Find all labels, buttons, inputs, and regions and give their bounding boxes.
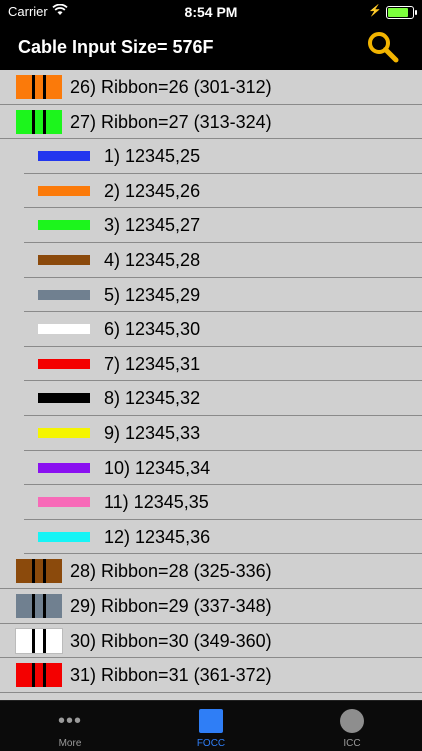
focc-icon bbox=[199, 709, 223, 733]
fiber-color-bar bbox=[38, 185, 90, 196]
status-time: 8:54 PM bbox=[184, 4, 238, 20]
fiber-row[interactable]: 4) 12345,28 bbox=[24, 243, 422, 278]
fiber-color-bar bbox=[38, 427, 90, 438]
ribbon-label: 28) Ribbon=28 (325-336) bbox=[70, 561, 272, 582]
fiber-row[interactable]: 3) 12345,27 bbox=[24, 208, 422, 243]
fiber-label: 5) 12345,29 bbox=[104, 284, 201, 305]
fiber-row[interactable]: 5) 12345,29 bbox=[24, 278, 422, 313]
ribbon-row[interactable]: 27) Ribbon=27 (313-324) bbox=[0, 104, 422, 140]
fiber-row[interactable]: 6) 12345,30 bbox=[24, 312, 422, 347]
tab-label: ICC bbox=[343, 738, 361, 749]
ribbon-color-swatch bbox=[15, 627, 63, 654]
ribbon-label: 31) Ribbon=31 (361-372) bbox=[70, 665, 272, 686]
fiber-label: 3) 12345,27 bbox=[104, 215, 201, 236]
ribbon-color-swatch bbox=[16, 593, 62, 618]
navigation-bar: Cable Input Size= 576F bbox=[0, 24, 422, 70]
ribbon-color-swatch bbox=[16, 559, 62, 584]
ribbon-fiber-list[interactable]: 26) Ribbon=26 (301-312) 27) Ribbon=27 (31… bbox=[0, 70, 422, 700]
search-icon[interactable] bbox=[366, 30, 400, 64]
fiber-row[interactable]: 8) 12345,32 bbox=[24, 381, 422, 416]
ribbon-label: 27) Ribbon=27 (313-324) bbox=[70, 111, 272, 132]
fiber-row[interactable]: 11) 12345,35 bbox=[24, 485, 422, 520]
fiber-color-bar bbox=[38, 462, 90, 473]
ribbon-row[interactable]: 30) Ribbon=30 (349-360) bbox=[0, 623, 422, 659]
tab-label: More bbox=[58, 738, 82, 749]
fiber-label: 12) 12345,36 bbox=[104, 526, 211, 547]
fiber-label: 9) 12345,33 bbox=[104, 422, 201, 443]
fiber-color-bar bbox=[38, 358, 90, 369]
battery-icon bbox=[386, 6, 417, 19]
status-bar: Carrier 8:54 PM ⚡ bbox=[0, 0, 422, 24]
ribbon-label: 29) Ribbon=29 (337-348) bbox=[70, 595, 272, 616]
ribbon-row[interactable]: 28) Ribbon=28 (325-336) bbox=[0, 554, 422, 589]
fiber-color-bar bbox=[38, 393, 90, 404]
fiber-row[interactable]: 12) 12345,36 bbox=[24, 520, 422, 555]
tab-focc[interactable]: FOCC bbox=[141, 701, 281, 751]
fiber-label: 7) 12345,31 bbox=[104, 353, 201, 374]
fiber-label: 4) 12345,28 bbox=[104, 249, 201, 270]
charging-icon: ⚡ bbox=[368, 5, 382, 17]
fiber-color-bar bbox=[38, 220, 90, 231]
fiber-row[interactable]: 1) 12345,25 bbox=[24, 139, 422, 174]
fiber-label: 2) 12345,26 bbox=[104, 180, 201, 201]
tab-more[interactable]: ••• More bbox=[0, 701, 140, 751]
fiber-color-bar bbox=[38, 531, 90, 542]
fiber-label: 11) 12345,35 bbox=[104, 492, 209, 513]
tab-bar: ••• More FOCC ICC bbox=[0, 700, 422, 751]
fiber-color-bar bbox=[38, 289, 90, 300]
tab-label: FOCC bbox=[196, 738, 226, 749]
ribbon-row[interactable]: 29) Ribbon=29 (337-348) bbox=[0, 588, 422, 624]
fiber-color-bar bbox=[38, 497, 90, 508]
fiber-color-bar bbox=[38, 254, 90, 265]
fiber-color-bar bbox=[38, 324, 90, 335]
fiber-color-bar bbox=[38, 151, 90, 162]
page-title: Cable Input Size= 576F bbox=[18, 37, 214, 57]
ribbon-color-swatch bbox=[16, 663, 62, 688]
fiber-label: 1) 12345,25 bbox=[104, 146, 201, 167]
icc-icon bbox=[340, 709, 364, 733]
fiber-label: 6) 12345,30 bbox=[104, 319, 201, 340]
ribbon-color-swatch bbox=[16, 75, 62, 99]
fiber-row[interactable]: 9) 12345,33 bbox=[24, 416, 422, 451]
fiber-label: 8) 12345,32 bbox=[104, 388, 201, 409]
ribbon-color-swatch bbox=[16, 109, 62, 134]
ribbon-row[interactable]: 26) Ribbon=26 (301-312) bbox=[0, 70, 422, 105]
ribbon-row[interactable]: 31) Ribbon=31 (361-372) bbox=[0, 658, 422, 693]
tab-icc[interactable]: ICC bbox=[282, 701, 422, 751]
ribbon-label: 30) Ribbon=30 (349-360) bbox=[70, 630, 272, 651]
fiber-row[interactable]: 7) 12345,31 bbox=[24, 347, 422, 382]
ribbon-label: 26) Ribbon=26 (301-312) bbox=[70, 77, 272, 97]
fiber-label: 10) 12345,34 bbox=[104, 457, 211, 478]
more-icon: ••• bbox=[58, 710, 83, 732]
fiber-row[interactable]: 2) 12345,26 bbox=[24, 174, 422, 209]
fiber-row[interactable]: 10) 12345,34 bbox=[24, 451, 422, 486]
